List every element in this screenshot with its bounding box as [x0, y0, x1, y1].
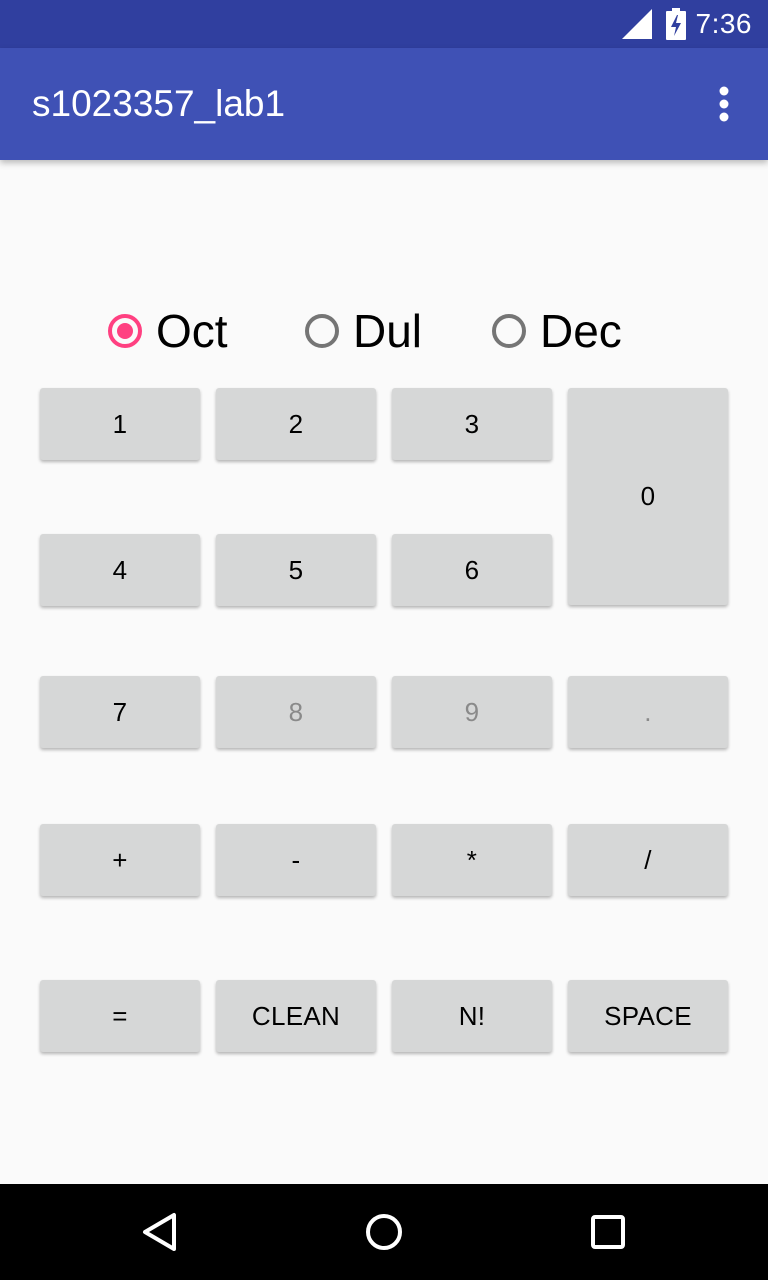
back-button[interactable] — [128, 1200, 192, 1264]
clean-button[interactable]: CLEAN — [216, 980, 376, 1052]
factorial-button[interactable]: N! — [392, 980, 552, 1052]
key-plus-button[interactable]: + — [40, 824, 200, 896]
key-0-button[interactable]: 0 — [568, 388, 728, 605]
radio-oct[interactable]: Oct — [108, 296, 228, 366]
back-icon — [140, 1212, 180, 1252]
status-time: 7:36 — [695, 8, 752, 39]
key-8-button[interactable]: 8 — [216, 676, 376, 748]
overflow-menu-button[interactable] — [700, 80, 748, 128]
key-minus-button[interactable]: - — [216, 824, 376, 896]
key-2-button[interactable]: 2 — [216, 388, 376, 460]
key-4-button[interactable]: 4 — [40, 534, 200, 606]
app-bar: s1023357_lab1 — [0, 48, 768, 160]
radio-unchecked-icon — [305, 314, 339, 348]
overflow-menu-icon — [719, 86, 729, 122]
key-5-button[interactable]: 5 — [216, 534, 376, 606]
radio-dec[interactable]: Dec — [492, 296, 622, 366]
key-equals-button[interactable]: = — [40, 980, 200, 1052]
radio-checked-icon — [108, 314, 142, 348]
base-radio-group: Oct Dul Dec — [0, 296, 768, 366]
key-divide-button[interactable]: / — [568, 824, 728, 896]
radio-dul[interactable]: Dul — [305, 296, 422, 366]
home-button[interactable] — [352, 1200, 416, 1264]
radio-label: Dul — [353, 305, 423, 357]
radio-unchecked-icon — [492, 314, 526, 348]
space-button[interactable]: SPACE — [568, 980, 728, 1052]
key-6-button[interactable]: 6 — [392, 534, 552, 606]
key-7-button[interactable]: 7 — [40, 676, 200, 748]
app-title: s1023357_lab1 — [32, 83, 286, 124]
recents-button[interactable] — [576, 1200, 640, 1264]
status-bar: 7:36 — [0, 0, 768, 48]
radio-label: Oct — [156, 305, 228, 357]
key-1-button[interactable]: 1 — [40, 388, 200, 460]
status-icons: 7:36 — [621, 0, 753, 48]
battery-charging-icon — [665, 8, 686, 40]
recents-icon — [590, 1214, 626, 1250]
key-3-button[interactable]: 3 — [392, 388, 552, 460]
navigation-bar — [0, 1184, 768, 1280]
radio-label: Dec — [540, 305, 622, 357]
signal-icon — [621, 9, 652, 39]
home-icon — [364, 1212, 404, 1252]
key-multiply-button[interactable]: * — [392, 824, 552, 896]
key-9-button[interactable]: 9 — [392, 676, 552, 748]
key-dot-button[interactable]: . — [568, 676, 728, 748]
